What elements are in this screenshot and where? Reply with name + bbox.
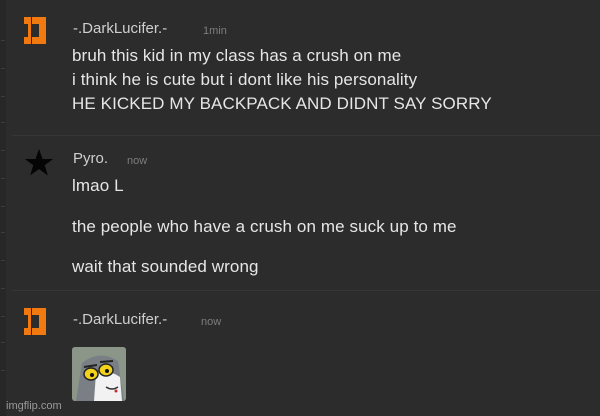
timestamp: now bbox=[201, 316, 222, 328]
timestamp: 1min bbox=[203, 25, 227, 37]
watermark: imgflip.com bbox=[6, 400, 62, 412]
message-group-1: -.DarkLucifer.- 1min bruh this kid in my… bbox=[0, 0, 600, 135]
username[interactable]: -.DarkLucifer.- bbox=[73, 20, 167, 37]
username[interactable]: Pyro. bbox=[73, 150, 108, 167]
username[interactable]: -.DarkLucifer.- bbox=[73, 311, 167, 328]
message-line: i think he is cute but i dont like his p… bbox=[72, 70, 418, 89]
message-line: bruh this kid in my class has a crush on… bbox=[72, 46, 402, 65]
timestamp: now bbox=[127, 155, 148, 167]
orange-bracket-logo-icon[interactable] bbox=[24, 16, 54, 46]
orange-bracket-logo-icon[interactable] bbox=[24, 307, 54, 337]
message-line: wait that sounded wrong bbox=[72, 257, 259, 276]
message-group-2: Pyro. now lmao L the people who have a c… bbox=[0, 136, 600, 290]
message-group-3: -.DarkLucifer.- now bbox=[0, 291, 600, 416]
message-line: the people who have a crush on me suck u… bbox=[72, 217, 457, 236]
message-line: HE KICKED MY BACKPACK AND DIDNT SAY SORR… bbox=[72, 94, 492, 113]
cartoon-cat-face-image[interactable] bbox=[72, 347, 126, 401]
black-star-icon[interactable] bbox=[24, 148, 54, 178]
message-line: lmao L bbox=[72, 176, 124, 195]
